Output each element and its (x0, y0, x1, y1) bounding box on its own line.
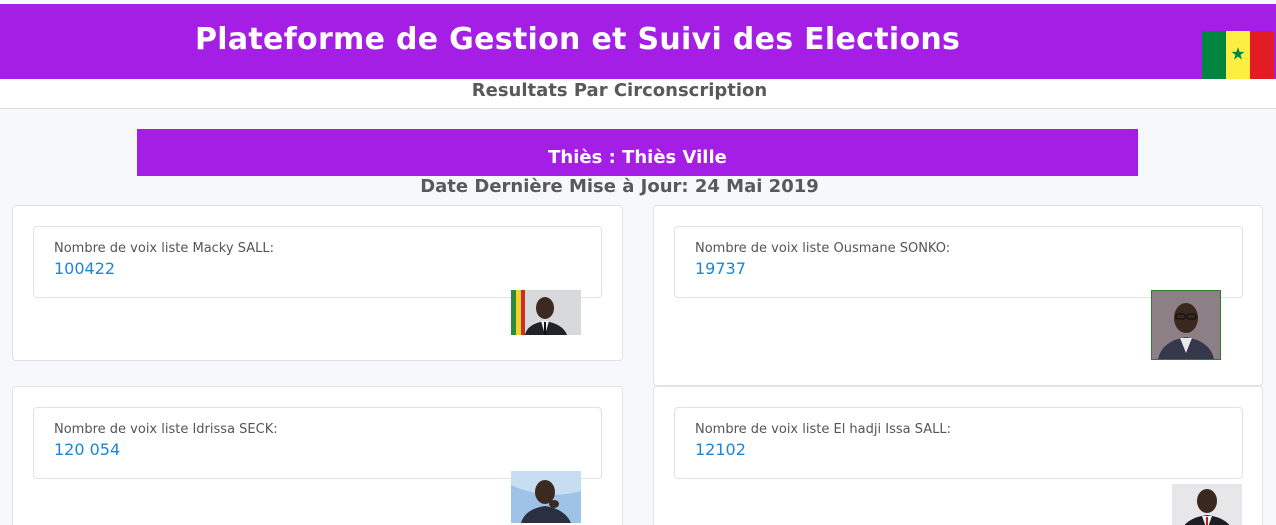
page: Plateforme de Gestion et Suivi des Elect… (0, 0, 1276, 525)
vote-box: Nombre de voix liste Macky SALL: 100422 (33, 226, 602, 298)
result-card-idrissa-seck: Nombre de voix liste Idrissa SECK: 120 0… (12, 386, 623, 525)
app-title: Plateforme de Gestion et Suivi des Elect… (195, 22, 961, 57)
flag-star-icon: ★ (1230, 44, 1246, 65)
vote-count: 19737 (695, 259, 746, 278)
vote-count: 120 054 (54, 440, 121, 459)
vote-box: Nombre de voix liste Idrissa SECK: 120 0… (33, 407, 602, 479)
vote-box: Nombre de voix liste Ousmane SONKO: 1973… (674, 226, 1243, 298)
region-label: Thiès : Thiès Ville (548, 147, 727, 168)
region-banner: Thiès : Thiès Ville (137, 129, 1138, 176)
last-update-date: Date Dernière Mise à Jour: 24 Mai 2019 (420, 176, 819, 197)
candidate-photo-idrissa-seck (511, 471, 581, 523)
candidate-photo-macky-sall (511, 290, 581, 335)
vote-count: 100422 (54, 259, 116, 278)
vote-box: Nombre de voix liste El hadji Issa SALL:… (674, 407, 1243, 479)
top-header-bar: Plateforme de Gestion et Suivi des Elect… (0, 4, 1276, 79)
result-card-ousmane-sonko: Nombre de voix liste Ousmane SONKO: 1973… (653, 205, 1263, 386)
result-card-macky-sall: Nombre de voix liste Macky SALL: 100422 (12, 205, 623, 361)
vote-label: Nombre de voix liste Ousmane SONKO: (695, 241, 951, 256)
senegal-flag-icon: ★ (1202, 31, 1274, 79)
subheader-bar: Resultats Par Circonscription (0, 79, 1276, 109)
candidate-photo-ousmane-sonko (1151, 290, 1221, 360)
vote-count: 12102 (695, 440, 746, 459)
vote-label: Nombre de voix liste Idrissa SECK: (54, 422, 278, 437)
candidate-photo-issa-sall (1172, 484, 1242, 525)
page-subtitle: Resultats Par Circonscription (471, 80, 768, 101)
result-card-issa-sall: Nombre de voix liste El hadji Issa SALL:… (653, 386, 1263, 525)
vote-label: Nombre de voix liste El hadji Issa SALL: (695, 422, 951, 437)
vote-label: Nombre de voix liste Macky SALL: (54, 241, 274, 256)
